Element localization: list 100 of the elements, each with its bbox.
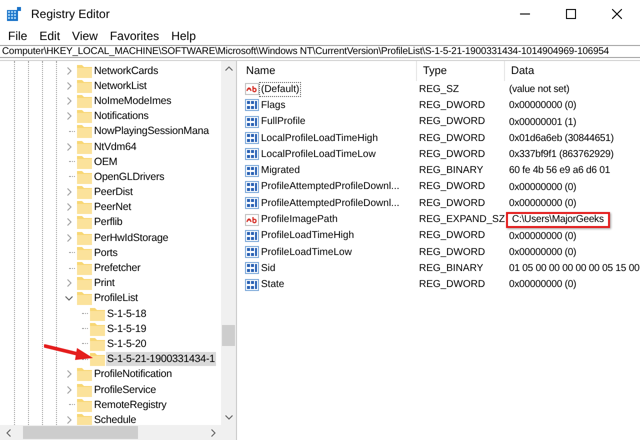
- tree-item[interactable]: OpenGLDrivers: [93, 170, 166, 184]
- tree-item[interactable]: Schedule: [93, 412, 138, 425]
- table-cell-text: 0x00000000 (0): [508, 100, 578, 112]
- scroll-left-icon[interactable]: [6, 428, 11, 436]
- value-name[interactable]: State: [260, 278, 286, 292]
- column-header[interactable]: Data: [504, 61, 640, 81]
- horizontal-scrollbar[interactable]: [0, 425, 236, 440]
- tree-item[interactable]: S-1-5-18: [106, 306, 148, 321]
- tree-item[interactable]: RemoteRegistry: [93, 398, 168, 412]
- scroll-up-icon[interactable]: [224, 66, 232, 71]
- binary-value-icon: [245, 180, 259, 193]
- tree-item[interactable]: PerHwIdStorage: [93, 230, 170, 245]
- tree-item[interactable]: Print: [93, 276, 116, 290]
- registry-icon: [7, 7, 21, 21]
- tree-item[interactable]: NowPlayingSessionMana: [93, 124, 210, 138]
- folder-icon: [77, 398, 92, 412]
- folder-icon: [90, 336, 105, 351]
- table-cell-text: 01 05 00 00 00 00 00 05 15 00: [508, 263, 640, 276]
- value-name[interactable]: ProfileImagePath: [260, 213, 339, 226]
- table-cell-text: 0x337bf9f1 (863762929): [508, 149, 615, 162]
- tree-item[interactable]: Notifications: [93, 109, 150, 124]
- folder-icon: [77, 185, 92, 200]
- value-name[interactable]: ProfileAttemptedProfileDownl...: [260, 180, 400, 194]
- expand-icon[interactable]: [66, 142, 72, 151]
- tree-item[interactable]: NetworkCards: [93, 64, 160, 78]
- tree-item[interactable]: Ports: [93, 246, 119, 260]
- binary-value-icon: [245, 148, 259, 160]
- tree-item[interactable]: ProfileList: [93, 291, 139, 306]
- column-header[interactable]: Name: [240, 61, 416, 81]
- value-name[interactable]: ProfileLoadTimeHigh: [260, 229, 356, 242]
- table-cell-text: REG_DWORD: [418, 246, 486, 260]
- column-header[interactable]: Type: [416, 61, 504, 81]
- table-cell-text: REG_DWORD: [418, 98, 486, 113]
- table-cell-text: (value not set): [508, 84, 570, 96]
- menu-item[interactable]: Favorites: [104, 30, 166, 42]
- collapse-icon[interactable]: [65, 296, 73, 301]
- tree-item[interactable]: S-1-5-20: [106, 336, 148, 351]
- scroll-right-icon[interactable]: [211, 428, 216, 436]
- value-name[interactable]: Migrated: [260, 164, 301, 178]
- value-name[interactable]: LocalProfileLoadTimeHigh: [260, 132, 379, 145]
- tree-item[interactable]: NtVdm64: [93, 140, 138, 154]
- value-name[interactable]: FullProfile: [260, 115, 306, 128]
- tree-item[interactable]: S-1-5-19: [106, 322, 148, 336]
- table-cell-text: 0x00000000 (0): [508, 230, 578, 243]
- scrollbar-thumb[interactable]: [23, 426, 138, 439]
- tree-item[interactable]: ProfileService: [93, 382, 157, 397]
- binary-value-icon: [245, 246, 259, 258]
- tree-item[interactable]: OEM: [93, 154, 118, 169]
- tree-item[interactable]: ProfileNotification: [93, 367, 173, 382]
- folder-icon: [77, 64, 92, 78]
- tree-item[interactable]: S-1-5-21-1900331434-1: [106, 352, 216, 366]
- scroll-down-icon[interactable]: [224, 415, 232, 420]
- tree-item[interactable]: NoImeModeImes: [93, 94, 172, 108]
- expand-icon[interactable]: [66, 188, 72, 196]
- menu-item[interactable]: Help: [165, 30, 202, 42]
- tree-item[interactable]: NetworkList: [93, 78, 148, 93]
- folder-icon: [90, 352, 105, 366]
- expand-icon[interactable]: [66, 279, 72, 288]
- close-icon: [612, 9, 622, 19]
- tree-item[interactable]: PeerNet: [93, 200, 132, 214]
- folder-icon: [77, 124, 92, 138]
- expand-icon[interactable]: [66, 370, 72, 378]
- menu-item[interactable]: File: [2, 30, 34, 42]
- tree-item[interactable]: PeerDist: [93, 185, 134, 200]
- binary-value-icon: [245, 116, 259, 128]
- value-name[interactable]: Sid: [260, 262, 276, 275]
- table-cell-text: REG_DWORD: [418, 180, 486, 194]
- scrollbar-thumb[interactable]: [222, 325, 235, 346]
- value-name[interactable]: LocalProfileLoadTimeLow: [260, 148, 377, 161]
- tree-item[interactable]: Prefetcher: [93, 261, 142, 276]
- expand-icon[interactable]: [66, 66, 72, 75]
- expand-icon[interactable]: [66, 218, 72, 226]
- table-cell-text: REG_DWORD: [418, 115, 486, 130]
- value-name[interactable]: Flags: [260, 98, 286, 112]
- folder-icon: [90, 306, 105, 321]
- tree-item[interactable]: Perflib: [93, 215, 124, 230]
- value-name[interactable]: ProfileLoadTimeLow: [260, 246, 353, 259]
- expand-icon[interactable]: [66, 203, 72, 212]
- folder-icon: [77, 109, 92, 124]
- value-name[interactable]: (Default): [260, 82, 300, 96]
- value-name[interactable]: ProfileAttemptedProfileDownl...: [260, 196, 400, 210]
- folder-icon: [77, 78, 92, 93]
- table-cell-text: REG_BINARY: [418, 164, 484, 178]
- expand-icon[interactable]: [66, 96, 72, 105]
- menu-item[interactable]: View: [66, 30, 104, 42]
- address-field[interactable]: Computer\HKEY_LOCAL_MACHINE\SOFTWARE\Microsoft\Windows NT\CurrentVersion\ProfileList\S-1-5-21-1900331434-1014904969-106954: [2, 46, 609, 56]
- menu-item[interactable]: Edit: [33, 30, 66, 42]
- folder-icon: [77, 367, 92, 382]
- expand-icon[interactable]: [66, 416, 72, 424]
- folder-icon: [77, 261, 92, 276]
- expand-icon[interactable]: [66, 82, 72, 90]
- expand-icon[interactable]: [66, 386, 72, 394]
- binary-value-icon: [245, 132, 259, 144]
- folder-icon: [77, 382, 92, 397]
- expand-icon[interactable]: [66, 112, 72, 120]
- expand-icon[interactable]: [66, 234, 72, 242]
- vertical-scrollbar[interactable]: [221, 61, 236, 425]
- binary-value-icon: [245, 197, 259, 210]
- table-cell-text: 0x00000000 (0): [508, 279, 578, 292]
- folder-icon: [90, 322, 105, 336]
